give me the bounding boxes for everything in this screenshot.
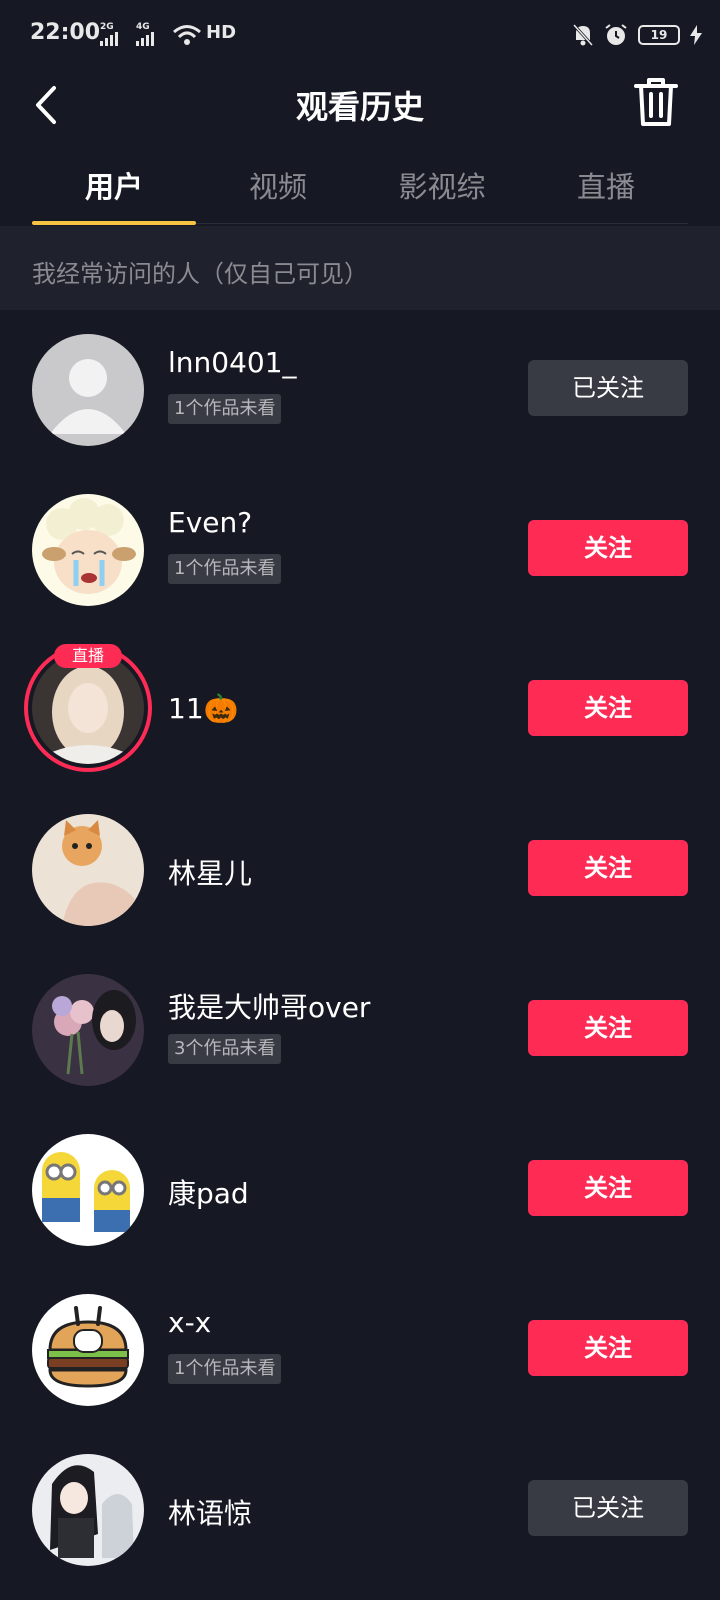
follow-button[interactable]: 关注 [528, 1000, 688, 1056]
user-name[interactable]: Even? [168, 506, 252, 539]
avatar[interactable] [32, 1454, 144, 1566]
tab-live[interactable]: 直播 [524, 150, 688, 223]
avatar[interactable] [32, 814, 144, 926]
follow-button[interactable]: 关注 [528, 1320, 688, 1376]
unwatched-badge: 3个作品未看 [168, 1034, 282, 1064]
user-name[interactable]: 林语惊 [168, 1492, 252, 1532]
list-item[interactable]: 康pad 关注 [0, 1110, 720, 1270]
avatar[interactable] [32, 652, 144, 764]
tab-film-tv[interactable]: 影视综 [360, 150, 524, 223]
burger-avatar-image [32, 1294, 144, 1406]
unwatched-badge: 1个作品未看 [168, 554, 282, 584]
list-item[interactable]: x-x 1个作品未看 关注 [0, 1270, 720, 1430]
header: 观看历史 [0, 72, 720, 152]
unwatched-badge: 1个作品未看 [168, 1354, 282, 1384]
list-item[interactable]: 直播 11🎃 关注 [0, 630, 720, 790]
section-header: 我经常访问的人（仅自己可见） [0, 226, 720, 310]
wifi-icon [173, 25, 201, 45]
girl-avatar-image [32, 652, 144, 764]
signal-icon: 2G [100, 22, 130, 46]
follow-button[interactable]: 关注 [528, 680, 688, 736]
avatar[interactable] [32, 1294, 144, 1406]
list-item[interactable]: Even? 1个作品未看 关注 [0, 470, 720, 630]
page-title: 观看历史 [295, 88, 424, 126]
charging-icon [690, 25, 702, 45]
follow-button[interactable]: 关注 [528, 1160, 688, 1216]
signal-icon-2: 4G [136, 22, 166, 46]
user-name[interactable]: 我是大帅哥over [168, 986, 370, 1026]
follow-button[interactable]: 关注 [528, 520, 688, 576]
anime-avatar-image [32, 1454, 144, 1566]
avatar[interactable] [32, 494, 144, 606]
section-title: 我经常访问的人（仅自己可见） [32, 260, 368, 288]
avatar[interactable] [32, 1134, 144, 1246]
network-hd-label: HD [206, 22, 237, 43]
live-ring[interactable]: 直播 [24, 644, 152, 772]
flower-avatar-image [32, 974, 144, 1086]
sheep-avatar-image [32, 494, 144, 606]
status-bar: 22:00 2G 4G HD 19 [0, 0, 720, 72]
list-item[interactable]: 林星儿 关注 [0, 790, 720, 950]
user-name[interactable]: 林星儿 [168, 852, 252, 892]
list-item[interactable]: 林语惊 已关注 [0, 1430, 720, 1590]
live-badge: 直播 [54, 644, 122, 668]
status-time: 22:00 [30, 20, 101, 45]
user-name[interactable]: 11🎃 [168, 692, 239, 725]
followed-button[interactable]: 已关注 [528, 360, 688, 416]
tab-users[interactable]: 用户 [32, 150, 196, 225]
battery-icon: 19 [638, 25, 680, 45]
trash-icon[interactable] [634, 76, 678, 128]
minions-avatar-image [32, 1134, 144, 1246]
signal-type-label-2: 4G [136, 22, 150, 32]
avatar[interactable] [32, 334, 144, 446]
user-list: lnn0401_ 1个作品未看 已关注 Even? 1个作品未看 关注 直播 1… [0, 310, 720, 1590]
avatar[interactable] [32, 974, 144, 1086]
follow-button[interactable]: 关注 [528, 840, 688, 896]
followed-button[interactable]: 已关注 [528, 1480, 688, 1536]
list-item[interactable]: lnn0401_ 1个作品未看 已关注 [0, 310, 720, 470]
list-item[interactable]: 我是大帅哥over 3个作品未看 关注 [0, 950, 720, 1110]
alarm-icon [605, 24, 627, 45]
tab-videos[interactable]: 视频 [196, 150, 360, 223]
signal-type-label: 2G [100, 22, 114, 32]
user-name[interactable]: lnn0401_ [168, 346, 297, 379]
tab-bar: 用户 视频 影视综 直播 [32, 150, 688, 225]
user-name[interactable]: x-x [168, 1306, 211, 1339]
kitten-avatar-image [32, 814, 144, 926]
mute-bell-icon [572, 23, 594, 47]
default-avatar-icon [32, 334, 144, 446]
user-name[interactable]: 康pad [168, 1172, 249, 1212]
unwatched-badge: 1个作品未看 [168, 394, 282, 424]
